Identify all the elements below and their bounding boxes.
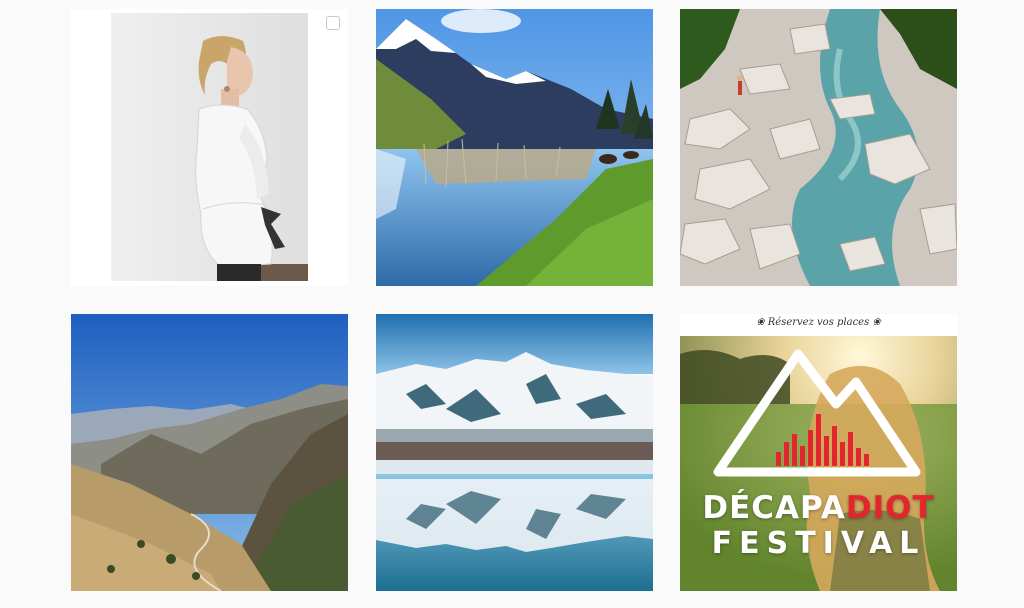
photo-tile-mountain-valley[interactable]	[71, 314, 348, 591]
festival-title: DÉCAPADIOT	[680, 493, 957, 524]
photo-tile-woman[interactable]	[71, 9, 348, 286]
photo-grid: ❀ Réservez vos places ❀ DÉCAPADIOT FESTI…	[0, 0, 1024, 608]
photo-tile-rocky-river[interactable]	[680, 9, 957, 286]
festival-tagline: ❀ Réservez vos places ❀	[756, 317, 881, 328]
festival-title-red: DIOT	[845, 490, 935, 526]
woman-photo	[71, 9, 348, 286]
mountain-lake-photo	[376, 9, 653, 286]
photo-tile-snowy-reflection[interactable]	[376, 314, 653, 591]
mountain-valley-photo	[71, 314, 348, 591]
rocky-river-photo	[680, 9, 957, 286]
select-checkbox[interactable]	[326, 16, 340, 30]
festival-title-white: DÉCAPA	[702, 490, 846, 526]
snowy-reflection-photo	[376, 314, 653, 591]
photo-tile-mountain-lake[interactable]	[376, 9, 653, 286]
photo-tile-festival-poster[interactable]: ❀ Réservez vos places ❀ DÉCAPADIOT FESTI…	[680, 314, 957, 591]
festival-subtitle: FESTIVAL	[711, 526, 926, 561]
